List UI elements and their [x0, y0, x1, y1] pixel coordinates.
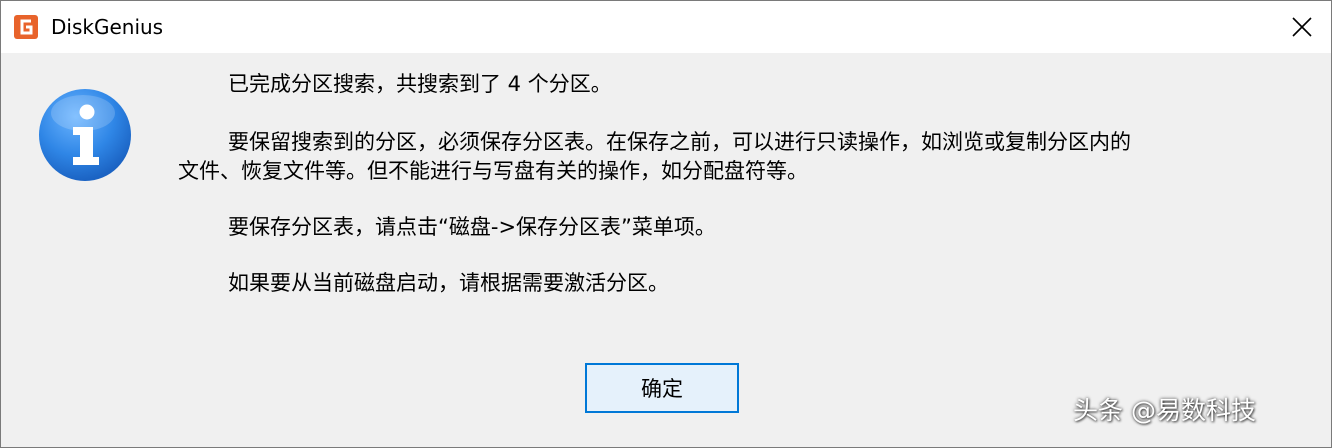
title-bar[interactable]: DiskGenius: [1, 1, 1331, 53]
diskgenius-logo-icon: [14, 15, 38, 39]
info-icon: [39, 89, 131, 181]
close-button[interactable]: [1273, 1, 1331, 53]
message-line-1: 已完成分区搜索，共搜索到了 4 个分区。: [228, 72, 612, 96]
ok-button[interactable]: 确定: [585, 363, 739, 413]
message-line-2: 要保留搜索到的分区，必须保存分区表。在保存之前，可以进行只读操作，如浏览或复制分…: [228, 130, 1131, 154]
message-line-5: 如果要从当前磁盘启动，请根据需要激活分区。: [228, 271, 669, 295]
window-title: DiskGenius: [51, 15, 164, 39]
message-line-3: 文件、恢复文件等。但不能进行与写盘有关的操作，如分配盘符等。: [178, 159, 808, 183]
message-line-4: 要保存分区表，请点击“磁盘->保存分区表”菜单项。: [228, 215, 716, 239]
watermark-text: 头条 @易数科技: [1073, 396, 1256, 425]
dialog-window: DiskGenius 已完成分区搜索，共搜索到了 4 个分区。 要保留搜索到的分…: [0, 0, 1332, 448]
close-icon: [1292, 17, 1312, 37]
